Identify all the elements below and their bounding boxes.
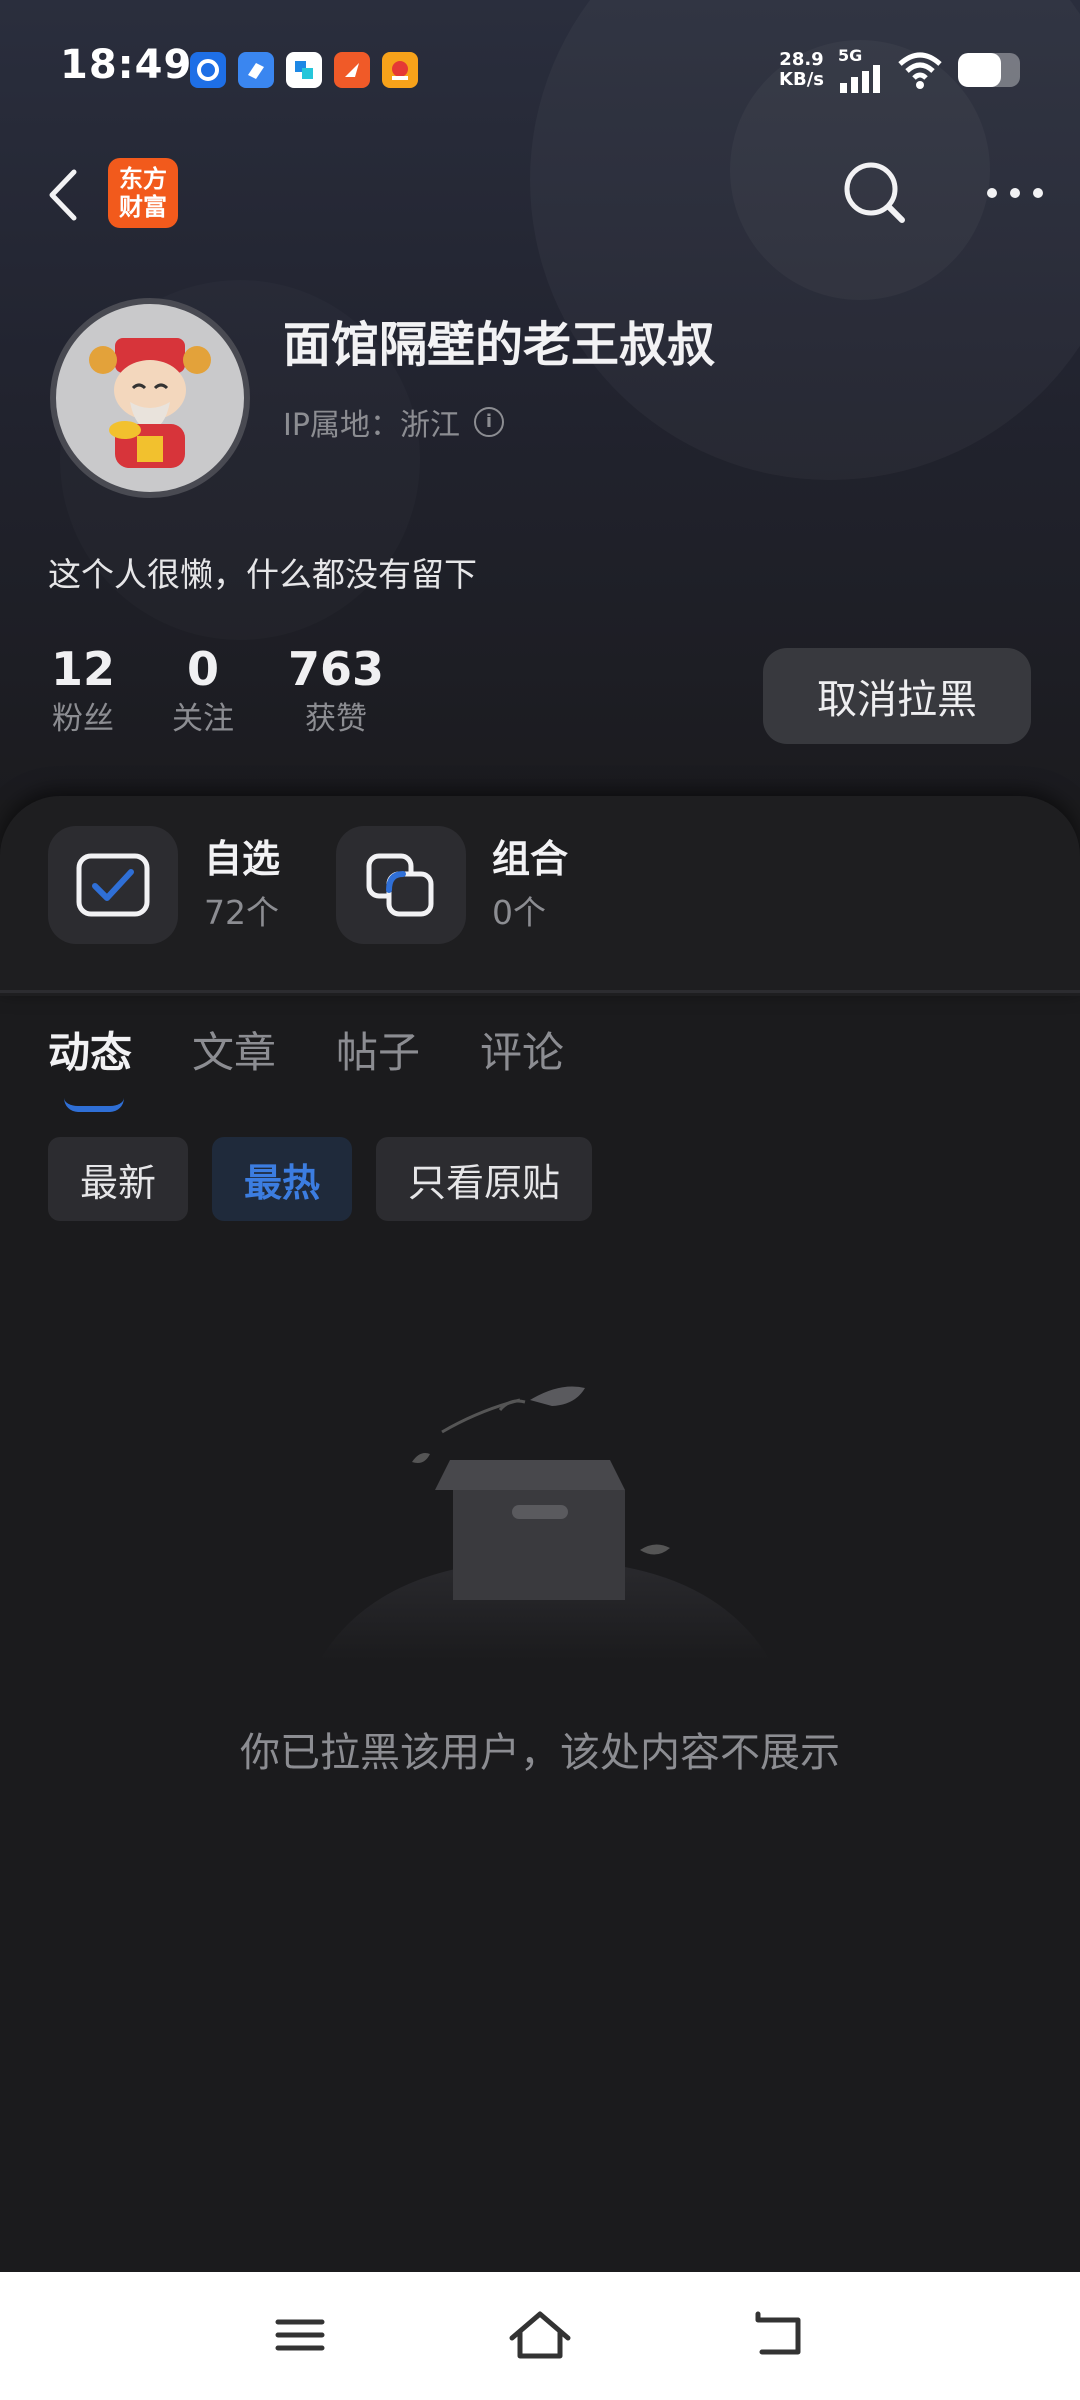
status-indicators: 28.9 KB/s 5G (779, 46, 1020, 93)
filter-latest[interactable]: 最新 (48, 1137, 189, 1221)
filter-chips: 最新 最热 只看原贴 (48, 1137, 593, 1221)
stat-following[interactable]: 0 关注 (168, 640, 238, 740)
filter-original-only[interactable]: 只看原贴 (376, 1137, 593, 1221)
tab-posts[interactable]: 帖子 (336, 1020, 420, 1086)
app-notification-icon (190, 52, 226, 88)
empty-state-message: 你已拉黑该用户，该处内容不展示 (240, 1730, 840, 1776)
top-navigation: 东方 财富 (0, 150, 1080, 240)
active-tab-indicator (64, 1098, 124, 1112)
portfolio-shortcut[interactable]: 组合 0个 (336, 826, 568, 944)
menu-icon[interactable] (260, 2300, 340, 2370)
section-divider (0, 990, 1080, 993)
back-icon[interactable] (40, 160, 90, 230)
portfolio-icon (336, 826, 466, 944)
content-tabs: 动态 文章 帖子 评论 (48, 1020, 564, 1112)
signal-icon: 5G (838, 46, 882, 93)
status-bar: 18:49 28.9 KB/s 5G (0, 0, 1080, 140)
stat-likes[interactable]: 763 获赞 (288, 640, 384, 740)
notification-icons (190, 52, 418, 88)
stat-followers[interactable]: 12 粉丝 (48, 640, 118, 740)
wifi-icon (898, 52, 942, 89)
app-notification-icon (238, 52, 274, 88)
tab-articles[interactable]: 文章 (192, 1020, 276, 1086)
network-speed: 28.9 KB/s (779, 48, 824, 90)
tab-dynamics[interactable]: 动态 (48, 1020, 132, 1112)
app-notification-icon (286, 52, 322, 88)
app-logo: 东方 财富 (108, 158, 178, 228)
profile-stats: 12 粉丝 0 关注 763 获赞 (48, 640, 384, 740)
checkbox-icon (48, 826, 178, 944)
god-of-wealth-avatar-icon (89, 338, 211, 468)
bio: 这个人很懒，什么都没有留下 (48, 555, 477, 594)
home-icon[interactable] (500, 2300, 580, 2370)
info-icon[interactable]: i (473, 407, 504, 437)
return-icon[interactable] (740, 2300, 820, 2370)
status-time: 18:49 (60, 42, 193, 88)
watchlist-shortcut[interactable]: 自选 72个 (48, 826, 280, 944)
search-icon[interactable] (840, 158, 910, 228)
filter-hottest[interactable]: 最热 (212, 1137, 353, 1221)
ip-location: IP属地：浙江 i (283, 400, 504, 444)
unblock-button[interactable]: 取消拉黑 (763, 648, 1031, 744)
app-notification-icon (382, 52, 418, 88)
battery-icon (958, 52, 1020, 87)
system-navigation-bar (0, 2272, 1080, 2400)
empty-box-illustration (320, 1386, 770, 1660)
more-icon[interactable] (980, 158, 1050, 228)
avatar[interactable] (50, 298, 250, 498)
username: 面馆隔壁的老王叔叔 (283, 317, 716, 373)
app-notification-icon (334, 52, 370, 88)
tab-comments[interactable]: 评论 (480, 1020, 564, 1086)
